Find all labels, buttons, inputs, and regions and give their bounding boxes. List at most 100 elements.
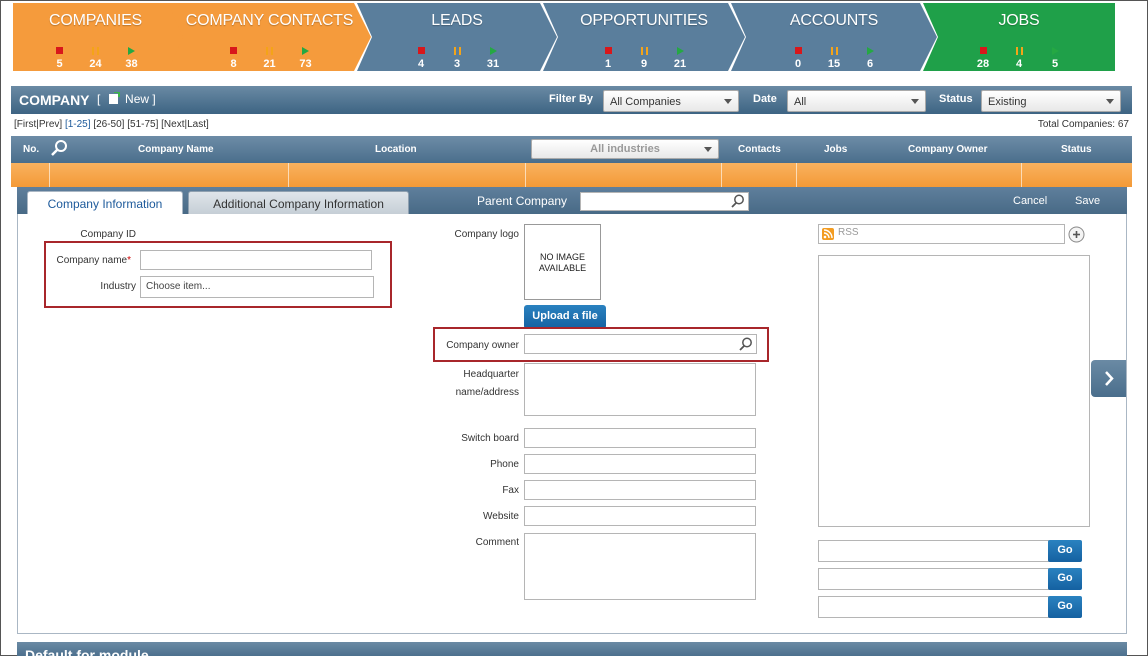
pipeline-title: COMPANY CONTACTS	[185, 12, 354, 29]
paused-count: 24	[85, 47, 107, 70]
website-label: Website	[483, 511, 519, 522]
grid-header: No. Company Name Location All industries…	[11, 136, 1132, 163]
pipeline-title: ACCOUNTS	[789, 12, 879, 29]
save-button[interactable]: Save	[1075, 195, 1100, 207]
stopped-count: 8	[223, 47, 245, 70]
stop-icon	[230, 47, 237, 54]
expand-panel-button[interactable]	[1091, 360, 1126, 397]
pipeline-companies[interactable]: COMPANIES 5 24 38	[13, 3, 189, 71]
play-icon	[128, 47, 135, 55]
col-company-name[interactable]: Company Name	[138, 144, 214, 155]
pager-page-2[interactable]: [26-50]	[93, 119, 124, 130]
col-status[interactable]: Status	[1061, 144, 1092, 155]
pipeline-leads[interactable]: LEADS 4 3 31	[357, 3, 557, 71]
stopped-count: 28	[972, 47, 994, 70]
phone-input[interactable]	[524, 454, 756, 474]
pipeline-accounts[interactable]: ACCOUNTS 0 15 6	[731, 3, 937, 71]
rss-input[interactable]: RSS	[818, 224, 1065, 244]
go-button[interactable]: Go	[1048, 540, 1082, 562]
col-jobs[interactable]: Jobs	[824, 144, 847, 155]
filter-by-select[interactable]: All Companies	[603, 90, 739, 112]
new-document-icon	[108, 91, 120, 104]
industry-select[interactable]: Choose item...	[140, 276, 374, 298]
go-button[interactable]: Go	[1048, 568, 1082, 590]
active-count: 6	[859, 47, 881, 70]
upload-file-button[interactable]: Upload a file	[524, 305, 606, 329]
pause-icon	[640, 47, 648, 55]
pipeline-title: JOBS	[998, 12, 1040, 29]
rss-feed-area	[818, 255, 1090, 527]
industry-label: Industry	[100, 281, 136, 292]
pager: [First|Prev] [1-25] [26-50] [51-75] [Nex…	[14, 119, 209, 130]
stopped-count: 4	[410, 47, 432, 70]
col-company-owner[interactable]: Company Owner	[908, 144, 987, 155]
date-label: Date	[753, 93, 777, 105]
company-header-bar: COMPANY [ New ] Filter By All Companies …	[11, 86, 1132, 114]
company-logo-label: Company logo	[454, 229, 519, 240]
pager-last[interactable]: Last]	[187, 119, 209, 130]
paused-count: 4	[1008, 47, 1030, 70]
pause-icon	[92, 47, 99, 55]
feed-input-2[interactable]	[818, 568, 1049, 590]
form-tab-bar: Company Information Additional Company I…	[17, 187, 1127, 217]
company-name-label: Company name*	[56, 255, 132, 266]
chevron-down-icon	[704, 147, 712, 152]
paused-count: 9	[633, 47, 655, 70]
comment-textarea[interactable]	[524, 533, 756, 600]
chevron-down-icon	[1106, 99, 1114, 104]
company-name-input[interactable]	[140, 250, 372, 270]
logo-placeholder: NO IMAGE AVAILABLE	[524, 224, 601, 300]
status-select[interactable]: Existing	[981, 90, 1121, 112]
pager-prev[interactable]: Prev]	[39, 119, 62, 130]
pipeline-title: COMPANIES	[48, 12, 143, 29]
pipeline-company-contacts[interactable]: COMPANY CONTACTS 8 21 73	[168, 3, 371, 71]
paused-count: 21	[259, 47, 281, 70]
industry-filter-select[interactable]: All industries	[531, 139, 719, 159]
add-icon[interactable]	[1068, 226, 1085, 243]
search-icon[interactable]	[731, 194, 745, 208]
stop-icon	[56, 47, 63, 54]
parent-company-label: Parent Company	[477, 194, 568, 208]
go-button[interactable]: Go	[1048, 596, 1082, 618]
active-count: 31	[482, 47, 504, 70]
date-select[interactable]: All	[787, 90, 926, 112]
new-company-link[interactable]: [ New ]	[97, 91, 156, 106]
parent-company-input[interactable]	[580, 192, 749, 211]
paused-count: 3	[446, 47, 468, 70]
col-contacts[interactable]: Contacts	[738, 144, 781, 155]
cancel-button[interactable]: Cancel	[1013, 195, 1047, 207]
company-owner-input[interactable]	[524, 334, 757, 354]
headquarter-textarea[interactable]	[524, 363, 756, 416]
comment-label: Comment	[475, 537, 519, 548]
chevron-down-icon	[724, 99, 732, 104]
active-count: 5	[1044, 47, 1066, 70]
col-location[interactable]: Location	[375, 144, 417, 155]
switch-board-label: Switch board	[461, 433, 519, 444]
chevron-right-icon	[1105, 371, 1114, 386]
active-count: 21	[669, 47, 691, 70]
paused-count: 15	[823, 47, 845, 70]
pause-icon	[453, 47, 461, 55]
pager-first[interactable]: [First	[14, 119, 36, 130]
search-icon[interactable]	[51, 139, 69, 157]
stop-icon	[604, 47, 612, 54]
fax-input[interactable]	[524, 480, 756, 500]
search-icon[interactable]	[739, 337, 753, 351]
fax-label: Fax	[502, 485, 519, 496]
switch-board-input[interactable]	[524, 428, 756, 448]
play-icon	[676, 47, 684, 55]
stopped-count: 5	[49, 47, 71, 70]
pipeline-opportunities[interactable]: OPPORTUNITIES 1 9 21	[543, 3, 745, 71]
company-id-label: Company ID	[80, 229, 136, 240]
pager-page-1[interactable]: [1-25]	[65, 119, 91, 130]
stop-icon	[417, 47, 425, 54]
chevron-down-icon	[911, 99, 919, 104]
pager-page-3[interactable]: [51-75]	[127, 119, 158, 130]
feed-input-1[interactable]	[818, 540, 1049, 562]
pipeline-jobs[interactable]: JOBS 28 4 5	[923, 3, 1115, 71]
default-for-module-header: Default for module	[17, 642, 1127, 656]
feed-input-3[interactable]	[818, 596, 1049, 618]
play-icon	[1051, 47, 1059, 55]
website-input[interactable]	[524, 506, 756, 526]
pager-next[interactable]: [Next	[161, 119, 184, 130]
